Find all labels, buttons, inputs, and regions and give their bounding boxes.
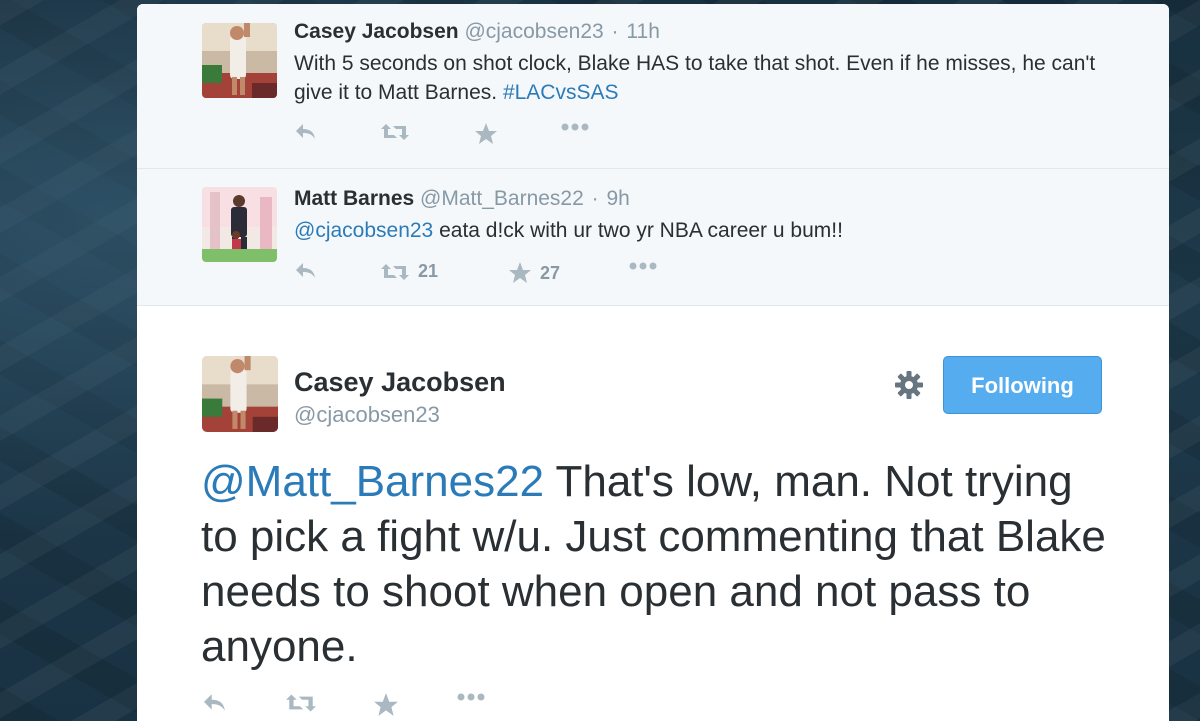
retweet-icon — [381, 263, 409, 280]
more-icon — [561, 123, 589, 131]
more-icon — [457, 693, 485, 701]
timestamp[interactable]: 9h — [606, 187, 629, 210]
reply-icon — [204, 694, 225, 711]
author-name[interactable]: Casey Jacobsen — [294, 20, 459, 43]
favorite-count: 27 — [540, 262, 561, 283]
tweet-content: Matt Barnes @Matt_Barnes22 · 9h @cjacobs… — [294, 186, 1109, 245]
favorite-button[interactable] — [474, 122, 498, 146]
star-icon — [475, 123, 497, 144]
reply-icon — [296, 263, 315, 278]
reply-button[interactable] — [294, 261, 318, 281]
author-name[interactable]: Matt Barnes — [294, 187, 414, 210]
separator: · — [611, 20, 619, 43]
tweet-header: Matt Barnes @Matt_Barnes22 · 9h — [294, 186, 1109, 212]
timestamp[interactable]: 11h — [626, 20, 659, 43]
mention-link[interactable]: @Matt_Barnes22 — [201, 457, 544, 506]
reply-button[interactable] — [201, 692, 229, 714]
tweet-text: @cjacobsen23 eata d!ck with ur two yr NB… — [294, 216, 1109, 245]
avatar[interactable] — [202, 356, 278, 432]
more-button[interactable] — [455, 692, 487, 702]
tweet-body: eata d!ck with ur two yr NBA career u bu… — [433, 219, 843, 242]
more-icon — [629, 262, 657, 270]
star-icon — [509, 262, 531, 283]
following-button[interactable]: Following — [943, 356, 1102, 414]
retweet-icon — [286, 694, 316, 712]
tweet-header: Casey Jacobsen @cjacobsen23 · 11h — [294, 19, 1109, 45]
mention-link[interactable]: @cjacobsen23 — [294, 219, 433, 242]
more-button[interactable] — [560, 122, 590, 132]
hashtag-link[interactable]: #LACvsSAS — [503, 81, 619, 104]
author-handle[interactable]: @Matt_Barnes22 — [420, 187, 584, 210]
retweet-button[interactable] — [380, 122, 410, 142]
tweet-text: @Matt_Barnes22 That's low, man. Not tryi… — [201, 454, 1121, 674]
star-icon — [374, 693, 398, 716]
favorite-button[interactable] — [373, 692, 399, 718]
avatar[interactable] — [202, 23, 277, 98]
reply-icon — [296, 124, 315, 139]
tweet-body: With 5 seconds on shot clock, Blake HAS … — [294, 52, 1096, 104]
author-handle[interactable]: @cjacobsen23 — [294, 402, 440, 428]
tweet-matt-reply[interactable]: Matt Barnes @Matt_Barnes22 · 9h @cjacobs… — [137, 169, 1169, 306]
reply-button[interactable] — [294, 122, 318, 142]
retweet-count: 21 — [418, 261, 439, 281]
author-handle[interactable]: @cjacobsen23 — [464, 20, 603, 43]
tweet-casey-main: Casey Jacobsen @cjacobsen23 Following @M… — [137, 306, 1169, 721]
retweet-button[interactable] — [285, 692, 317, 714]
favorite-button[interactable]: 27 — [508, 261, 560, 285]
author-name[interactable]: Casey Jacobsen — [294, 367, 506, 398]
more-button[interactable] — [628, 261, 658, 271]
gear-icon[interactable] — [894, 370, 924, 400]
tweet-content: Casey Jacobsen @cjacobsen23 · 11h With 5… — [294, 19, 1109, 107]
tweet-panel: Casey Jacobsen @cjacobsen23 · 11h With 5… — [137, 4, 1169, 721]
retweet-button[interactable]: 21 — [380, 261, 438, 282]
tweet-casey-original[interactable]: Casey Jacobsen @cjacobsen23 · 11h With 5… — [137, 4, 1169, 169]
retweet-icon — [381, 124, 409, 140]
tweet-text: With 5 seconds on shot clock, Blake HAS … — [294, 49, 1109, 107]
separator: · — [591, 187, 599, 210]
avatar[interactable] — [202, 187, 277, 262]
